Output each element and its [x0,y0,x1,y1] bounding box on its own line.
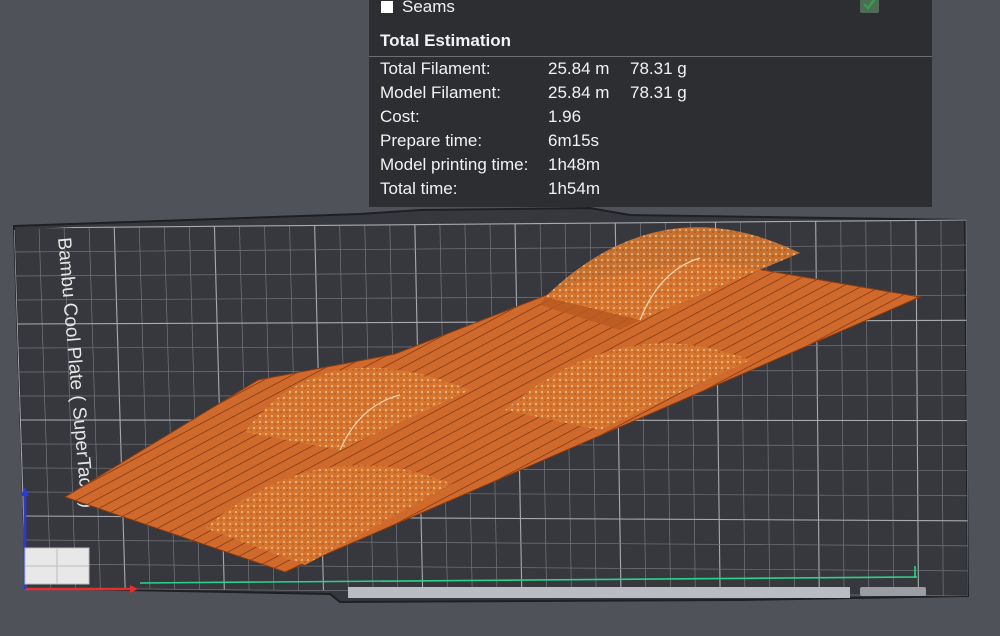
stat-value: 6m15s [548,131,600,150]
stat-label: Prepare time: [380,131,483,150]
divider [369,56,932,57]
stat-value: 1.96 [548,107,582,126]
3d-viewport[interactable]: Bambu Cool Plate ( SuperTack ) Seams Tot… [0,0,1000,636]
stat-value-weight: 78.31 g [630,83,687,102]
check-icon[interactable] [860,0,879,13]
stat-value: 1h48m [548,155,600,174]
total-estimation-title: Total Estimation [380,31,511,50]
stat-value-weight: 78.31 g [630,59,687,78]
plate-toolbar-tab[interactable] [860,587,926,596]
stat-label: Model Filament: [380,83,501,102]
stat-value: 25.84 m [548,59,610,78]
seams-label: Seams [402,0,455,16]
stat-label: Cost: [380,107,420,126]
stat-label: Total time: [380,179,458,198]
stat-value: 25.84 m [548,83,610,102]
seams-toggle-row[interactable]: Seams [381,0,455,18]
stat-label: Model printing time: [380,155,529,174]
stat-value: 1h54m [548,179,600,198]
stat-label: Total Filament: [380,59,491,78]
seams-color-swatch [381,1,393,13]
slice-statistics-panel: Seams Total Estimation Total Filament: 2… [369,0,932,207]
plate-toolbar[interactable] [348,587,850,598]
